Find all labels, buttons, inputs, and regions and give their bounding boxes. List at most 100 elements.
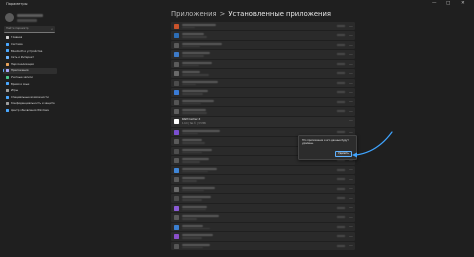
app-name-redacted — [182, 196, 211, 199]
sidebar-item[interactable]: Персонализация — [3, 61, 57, 67]
app-size-redacted — [337, 197, 345, 200]
app-row[interactable]: … — [171, 69, 355, 78]
sidebar-item-label: Время и язык — [11, 82, 30, 86]
app-details-redacted — [182, 83, 196, 86]
sidebar-item[interactable]: Главная — [3, 35, 57, 41]
more-options-icon[interactable]: … — [349, 33, 352, 37]
more-options-icon[interactable]: … — [349, 62, 352, 66]
app-icon — [174, 177, 179, 183]
app-row[interactable]: … — [171, 31, 355, 40]
minimize-button[interactable]: — — [432, 1, 437, 6]
app-row[interactable]: … — [171, 175, 355, 184]
app-name-redacted — [182, 52, 210, 55]
close-button[interactable]: ✕ — [461, 1, 465, 6]
sidebar-nav: Главная Система Bluetooth и устройства Сеть… — [3, 35, 57, 114]
more-options-icon[interactable]: … — [349, 186, 352, 190]
app-row[interactable]: … — [171, 165, 355, 175]
more-options-icon[interactable]: … — [349, 243, 352, 247]
more-options-icon[interactable]: … — [349, 196, 352, 200]
more-options-icon[interactable]: … — [349, 90, 352, 94]
app-row[interactable]: … — [171, 22, 355, 31]
more-options-icon[interactable]: … — [349, 24, 352, 28]
app-row[interactable]: … — [171, 97, 355, 107]
app-details-redacted — [182, 55, 205, 57]
app-row[interactable]: … — [171, 222, 355, 232]
sidebar-item[interactable]: Сеть и Интернет — [3, 55, 57, 61]
search-input[interactable]: Найти параметр ⌕ — [4, 26, 55, 33]
more-options-icon[interactable]: … — [349, 81, 352, 85]
update-icon — [5, 108, 9, 112]
sidebar-item[interactable]: Время и язык — [3, 81, 57, 87]
more-options-icon[interactable]: … — [349, 215, 352, 219]
more-options-icon[interactable]: … — [349, 109, 352, 113]
sidebar-item[interactable]: Учетные записи — [3, 75, 57, 81]
sidebar-item-label: Центр обновления Windows — [11, 108, 49, 112]
app-name-redacted — [182, 224, 203, 227]
app-row[interactable]: … — [171, 59, 355, 69]
more-options-icon[interactable]: … — [349, 177, 352, 181]
app-row[interactable]: … — [171, 232, 355, 241]
app-icon — [174, 205, 179, 211]
app-icon — [174, 186, 179, 192]
avatar[interactable] — [5, 13, 14, 22]
app-row-selected[interactable]: RAM Cacher X 1.0.0 | Yes © | 3.5 МБ… — [171, 116, 355, 127]
confirm-uninstall-button[interactable]: Удалить — [335, 151, 352, 158]
app-row[interactable]: … — [171, 78, 355, 88]
app-row[interactable]: … — [171, 184, 355, 194]
sidebar-item[interactable]: Центр обновления Windows — [3, 108, 57, 114]
breadcrumb: Приложения > Установленные приложения — [171, 10, 331, 18]
app-row[interactable]: … — [171, 88, 355, 97]
brush-icon — [5, 62, 9, 66]
more-options-icon[interactable]: … — [349, 234, 352, 238]
more-options-icon[interactable]: … — [349, 52, 352, 56]
more-options-icon[interactable]: … — [349, 205, 352, 209]
sidebar-item[interactable]: Система — [3, 42, 57, 48]
app-details-redacted — [182, 218, 198, 220]
more-options-icon[interactable]: … — [349, 167, 352, 171]
app-size-redacted — [337, 25, 345, 27]
more-options-icon[interactable]: … — [349, 71, 352, 75]
app-row[interactable]: … — [171, 203, 355, 213]
app-name-redacted — [182, 243, 210, 246]
app-size-redacted — [337, 187, 345, 190]
app-name: RAM Cacher X — [182, 118, 201, 122]
more-options-icon[interactable]: … — [349, 99, 352, 103]
app-details-redacted — [182, 142, 206, 144]
app-details-redacted — [182, 227, 210, 230]
app-icon — [174, 80, 179, 86]
app-row[interactable]: … — [171, 107, 355, 116]
app-row[interactable]: … — [171, 213, 355, 222]
maximize-button[interactable]: □ — [446, 1, 450, 6]
app-row[interactable]: … — [171, 40, 355, 50]
app-name-redacted — [182, 205, 207, 208]
bluetooth-icon — [5, 49, 9, 53]
app-details-redacted — [182, 74, 209, 76]
app-details-redacted — [182, 36, 208, 38]
user-email-redacted — [17, 19, 37, 22]
sidebar-item[interactable]: Приложения — [3, 67, 57, 74]
breadcrumb-parent[interactable]: Приложения — [171, 10, 217, 18]
app-icon — [174, 196, 179, 202]
accessibility-icon — [5, 95, 9, 99]
sidebar-item-label: Персонализация — [11, 62, 34, 66]
sidebar-item[interactable]: Игры — [3, 88, 57, 94]
app-name-redacted — [182, 148, 212, 151]
title-bar: Параметры — □ ✕ — [0, 0, 474, 10]
more-options-icon[interactable]: … — [349, 118, 352, 122]
more-options-icon[interactable]: … — [349, 130, 352, 134]
app-details-redacted — [182, 246, 203, 249]
sidebar-item-label: Bluetooth и устройства — [11, 49, 43, 53]
sidebar-item[interactable]: Конфиденциальность и защита — [3, 101, 57, 107]
more-options-icon[interactable]: … — [349, 43, 352, 47]
app-icon — [174, 243, 179, 249]
search-placeholder: Найти параметр — [6, 27, 29, 31]
app-row[interactable]: … — [171, 241, 355, 251]
more-options-icon[interactable]: … — [349, 224, 352, 228]
app-row[interactable]: … — [171, 50, 355, 59]
sidebar-item[interactable]: Bluetooth и устройства — [3, 48, 57, 54]
app-row[interactable]: … — [171, 194, 355, 203]
app-details-redacted — [182, 64, 199, 67]
sidebar-item-label: Игры — [11, 89, 18, 93]
sidebar-item[interactable]: Специальные возможности — [3, 94, 57, 100]
app-icon — [174, 71, 179, 77]
